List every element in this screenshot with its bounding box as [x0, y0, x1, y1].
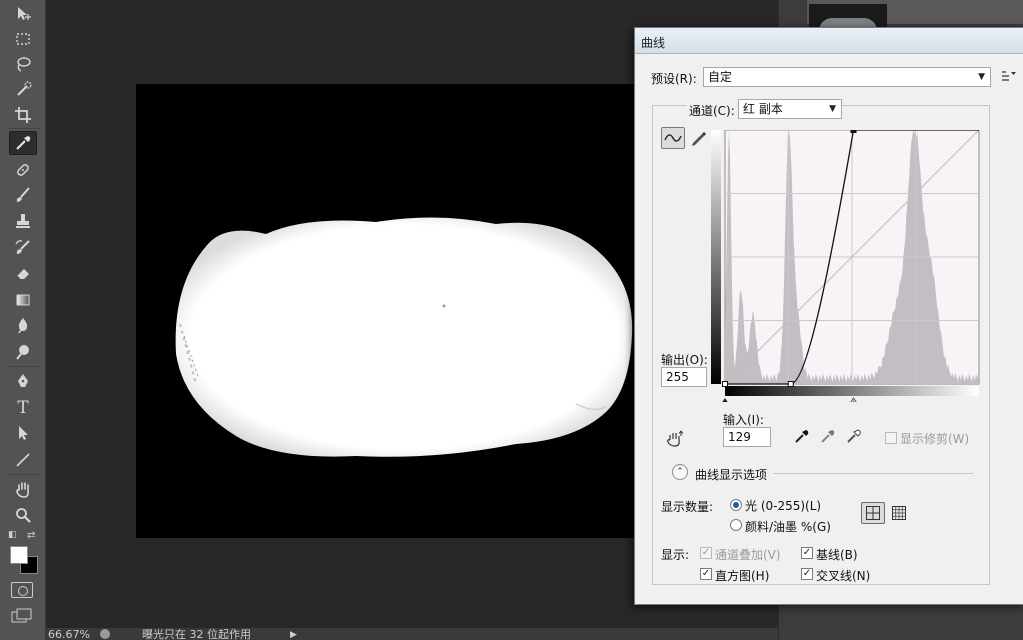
chevron-down-icon: ▼: [829, 104, 836, 114]
black-point-eyedropper-icon[interactable]: [793, 427, 811, 445]
curve-point: [787, 381, 794, 387]
output-label: 输出(O):: [661, 353, 708, 367]
white-point-eyedropper-icon[interactable]: [845, 427, 863, 445]
expand-collapse-icon[interactable]: ⌃: [672, 464, 688, 480]
on-image-adjust-icon[interactable]: [664, 428, 686, 448]
move-tool-icon[interactable]: [9, 2, 37, 26]
screen-mode-icon[interactable]: [11, 608, 33, 624]
input-label: 输入(I):: [723, 413, 764, 427]
curve-display-options-label: 曲线显示选项: [695, 468, 768, 482]
show-label: 显示:: [661, 548, 690, 562]
detailed-grid-button[interactable]: [887, 502, 911, 524]
histogram-label: 直方图(H): [715, 569, 770, 583]
quick-selection-tool-icon[interactable]: [9, 77, 37, 101]
quick-mask-icon[interactable]: [11, 582, 33, 598]
light-option-label: 光 (0-255)(L): [745, 499, 822, 513]
input-gradient-bar: [725, 386, 979, 396]
baseline-checkbox[interactable]: ✓: [801, 547, 813, 559]
baseline-label: 基线(B): [816, 548, 858, 562]
chevron-down-icon: ▼: [978, 72, 985, 82]
path-selection-tool-icon[interactable]: [9, 421, 37, 445]
channel-label: 通道(C):: [687, 102, 737, 119]
foreground-color-swatch[interactable]: [10, 546, 28, 564]
pencil-draw-icon[interactable]: [689, 129, 707, 147]
output-field[interactable]: 255: [661, 367, 707, 387]
tools-panel: T ◧ ⇄: [0, 0, 46, 640]
curves-graph[interactable]: [711, 130, 981, 402]
gradient-tool-icon[interactable]: [9, 288, 37, 312]
clone-stamp-tool-icon[interactable]: [9, 209, 37, 233]
channel-overlays-checkbox[interactable]: ✓: [700, 547, 712, 559]
gray-point-eyedropper-icon[interactable]: [819, 427, 837, 445]
curve-edit-points-icon[interactable]: [661, 127, 685, 149]
lasso-tool-icon[interactable]: [9, 52, 37, 76]
show-clipping-label: 显示修剪(W): [900, 432, 970, 446]
status-menu-arrow-icon[interactable]: ▶: [290, 629, 297, 640]
section-divider: [773, 473, 973, 474]
curve-point-selected: [850, 130, 857, 133]
history-brush-tool-icon[interactable]: [9, 235, 37, 259]
intersection-line-label: 交叉线(N): [816, 569, 871, 583]
channel-overlays-label: 通道叠加(V): [715, 548, 781, 562]
document-image[interactable]: [136, 84, 680, 538]
show-amount-label: 显示数量:: [661, 500, 714, 514]
preset-value: 自定: [708, 70, 733, 84]
preset-label: 预设(R):: [651, 72, 697, 86]
intersection-line-checkbox[interactable]: ✓: [801, 568, 813, 580]
dodge-tool-icon[interactable]: [9, 340, 37, 364]
curves-dialog: 曲线 预设(R): 自定 ▼ 通道(C): 红 副本 ▼ 输出(O): 255 …: [634, 27, 1023, 605]
zoom-tool-icon[interactable]: [9, 503, 37, 527]
line-tool-icon[interactable]: [9, 448, 37, 472]
pen-tool-icon[interactable]: [9, 369, 37, 393]
brush-tool-icon[interactable]: [9, 183, 37, 207]
marquee-tool-icon[interactable]: [9, 27, 37, 51]
eyedropper-tool-icon[interactable]: [9, 131, 37, 155]
black-point-slider: [722, 398, 728, 402]
status-bar: 66.67% 曝光只在 32 位起作用 ▶: [46, 628, 778, 640]
status-text: 曝光只在 32 位起作用: [142, 628, 251, 640]
preset-dropdown[interactable]: 自定 ▼: [703, 67, 991, 87]
dialog-title: 曲线: [641, 36, 666, 50]
crop-tool-icon[interactable]: [9, 103, 37, 127]
hand-tool-icon[interactable]: [9, 477, 37, 501]
pigment-radio[interactable]: [730, 519, 742, 531]
healing-brush-tool-icon[interactable]: [9, 158, 37, 182]
dialog-titlebar[interactable]: 曲线: [635, 28, 1023, 54]
light-radio[interactable]: [730, 499, 742, 511]
channel-dropdown[interactable]: 红 副本 ▼: [738, 99, 842, 119]
photoshop-window: T ◧ ⇄ 66.67% 曝光只在 32 位起作用 ▶ 曲线 预设(R): 自定…: [0, 0, 1023, 640]
curve-endpoint: [722, 381, 728, 387]
eraser-tool-icon[interactable]: [9, 261, 37, 285]
image-preview: [136, 84, 680, 538]
blur-tool-icon[interactable]: [9, 313, 37, 337]
simple-grid-button[interactable]: [861, 502, 885, 524]
default-colors-icon[interactable]: ◧: [8, 530, 17, 540]
show-clipping-checkbox[interactable]: [885, 432, 897, 444]
histogram-checkbox[interactable]: ✓: [700, 568, 712, 580]
pigment-option-label: 颜料/油墨 %(G): [745, 520, 831, 534]
input-field[interactable]: 129: [723, 427, 771, 447]
preset-options-icon[interactable]: [1001, 68, 1017, 82]
type-tool-icon[interactable]: T: [9, 396, 37, 420]
output-gradient-bar: [711, 130, 721, 384]
swap-colors-icon[interactable]: ⇄: [27, 530, 35, 541]
zoom-level[interactable]: 66.67%: [48, 629, 90, 640]
status-info-icon[interactable]: [100, 629, 110, 639]
channel-value: 红 副本: [743, 102, 783, 116]
